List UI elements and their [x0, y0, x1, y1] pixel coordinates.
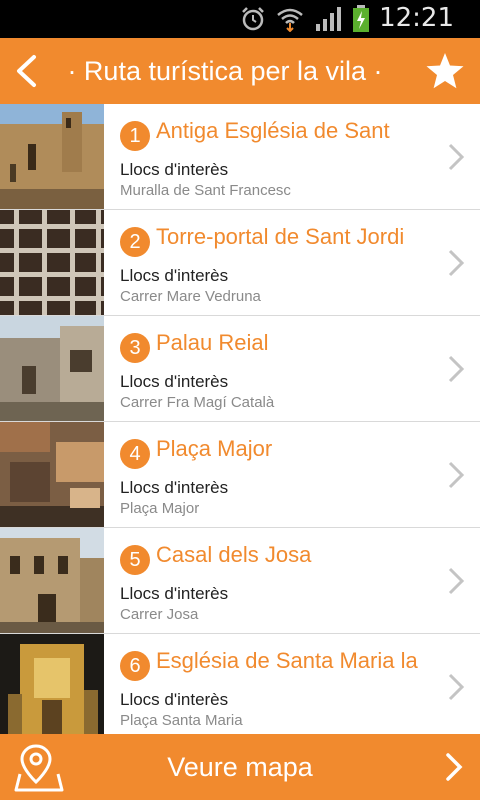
place-category: Llocs d'interès [120, 160, 229, 179]
place-thumbnail [0, 210, 104, 315]
place-address: Muralla de Sant Francesc [120, 182, 291, 199]
place-number: 1 [120, 121, 150, 151]
status-icons [240, 4, 370, 34]
places-list: 1 Antiga Església de Sant Llocs d'interè… [0, 104, 480, 734]
place-thumbnail [0, 422, 104, 527]
list-item[interactable]: 3 Palau Reial Llocs d'interès Carrer Fra… [0, 316, 480, 422]
status-time: 12:21 [379, 3, 454, 33]
place-address: Carrer Mare Vedruna [120, 288, 261, 305]
chevron-right-icon [446, 753, 463, 781]
place-title: Palau Reial [156, 330, 269, 355]
view-map-button[interactable]: Veure mapa [0, 734, 480, 800]
app-header: · Ruta turística per la vila · [0, 38, 480, 104]
chevron-right-icon [448, 461, 465, 489]
place-number: 2 [120, 227, 150, 257]
list-item[interactable]: 2 Torre-portal de Sant Jordi Llocs d'int… [0, 210, 480, 316]
place-number: 6 [120, 651, 150, 681]
chevron-right-icon [448, 673, 465, 701]
favorite-button[interactable] [422, 48, 468, 94]
chevron-left-icon [17, 55, 36, 87]
place-number: 5 [120, 545, 150, 575]
place-title: Torre-portal de Sant Jordi [156, 224, 405, 249]
view-map-label: Veure mapa [167, 752, 313, 782]
chevron-right-icon [448, 567, 465, 595]
place-title: Església de Santa Maria la [156, 648, 418, 673]
list-item[interactable]: 5 Casal dels Josa Llocs d'interès Carrer… [0, 528, 480, 634]
place-thumbnail [0, 316, 104, 421]
list-item[interactable]: 4 Plaça Major Llocs d'interès Plaça Majo… [0, 422, 480, 528]
back-button[interactable] [6, 48, 46, 94]
place-title: Plaça Major [156, 436, 273, 461]
wifi-icon [277, 8, 303, 32]
place-title: Casal dels Josa [156, 542, 312, 567]
place-category: Llocs d'interès [120, 372, 229, 391]
place-thumbnail [0, 634, 104, 734]
place-category: Llocs d'interès [120, 690, 229, 709]
place-address: Carrer Josa [120, 606, 199, 623]
place-category: Llocs d'interès [120, 478, 229, 497]
alarm-icon [242, 7, 264, 31]
battery-icon [353, 5, 369, 32]
place-address: Carrer Fra Magí Català [120, 394, 275, 411]
place-thumbnail [0, 528, 104, 633]
place-thumbnail [0, 104, 104, 209]
place-number: 3 [120, 333, 150, 363]
place-number: 4 [120, 439, 150, 469]
place-category: Llocs d'interès [120, 266, 229, 285]
page-title: · Ruta turística per la vila · [67, 56, 383, 86]
star-icon [426, 53, 464, 89]
list-item[interactable]: 6 Església de Santa Maria la Llocs d'int… [0, 634, 480, 734]
place-address: Plaça Major [120, 500, 200, 517]
place-title: Antiga Església de Sant [156, 118, 390, 143]
place-category: Llocs d'interès [120, 584, 229, 603]
status-bar: 12:21 [0, 0, 480, 38]
chevron-right-icon [448, 355, 465, 383]
chevron-right-icon [448, 249, 465, 277]
chevron-right-icon [448, 143, 465, 171]
place-address: Plaça Santa Maria [120, 712, 243, 729]
signal-icon [316, 7, 341, 31]
list-item[interactable]: 1 Antiga Església de Sant Llocs d'interè… [0, 104, 480, 210]
